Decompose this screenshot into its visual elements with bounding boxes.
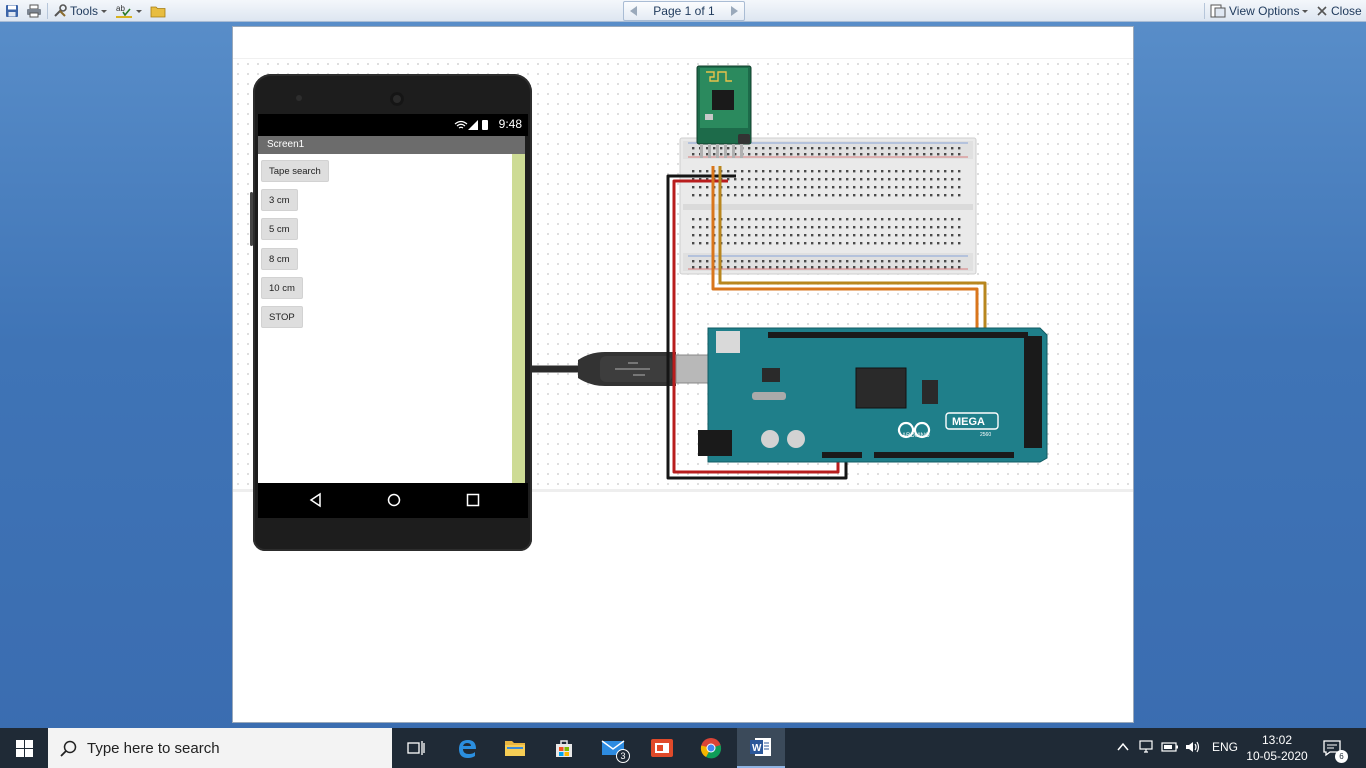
start-button[interactable] [0, 728, 48, 768]
svg-text:ab: ab [116, 4, 125, 13]
page-indicator: Page 1 of 1 [653, 4, 715, 18]
screen-title-bar: Screen1 [258, 136, 525, 154]
tools-label: Tools [70, 4, 99, 18]
page-navigator: Page 1 of 1 [623, 1, 745, 21]
task-view-button[interactable] [392, 728, 440, 768]
phone-time: 9:48 [498, 117, 522, 131]
chevron-down-icon [1302, 9, 1309, 13]
phone-nav-bar [258, 483, 528, 518]
windows-logo-icon [15, 739, 33, 757]
reading-toolbar: Tools ab Page 1 of 1 View Options Close [0, 0, 1366, 22]
phone-side-button [250, 192, 253, 246]
app-screen: Tape search 3 cm 5 cm 8 cm 10 cm STOP [258, 154, 525, 483]
view-options-label: View Options [1229, 4, 1300, 18]
previous-page-icon[interactable] [630, 6, 637, 16]
taskbar-search-box[interactable] [48, 728, 392, 768]
recents-icon[interactable] [465, 492, 481, 508]
spelling-button[interactable]: ab [115, 2, 142, 20]
10cm-button[interactable]: 10 cm [261, 277, 303, 299]
folder-icon [504, 739, 526, 757]
mail-badge: 3 [616, 749, 630, 763]
system-tray: ENG 13:02 10-05-2020 6 [1106, 728, 1366, 768]
file-explorer-button[interactable] [491, 728, 539, 768]
edge-icon [456, 737, 478, 759]
search-icon [60, 740, 77, 757]
notification-badge: 6 [1335, 750, 1348, 763]
store-bag-icon [554, 738, 574, 758]
word-icon: W [749, 736, 773, 758]
tape-search-button[interactable]: Tape search [261, 160, 329, 182]
volume-icon[interactable] [1184, 740, 1202, 754]
screen-title: Screen1 [267, 139, 305, 150]
home-icon[interactable] [386, 492, 402, 508]
svg-text:W: W [752, 743, 762, 754]
chevron-down-icon [136, 9, 142, 13]
next-page-icon[interactable] [730, 6, 738, 16]
save-icon[interactable] [5, 2, 19, 20]
windows-taskbar: 3 W ENG 13:02 10-05-2020 [0, 728, 1366, 768]
chevron-up-icon[interactable] [1116, 740, 1130, 754]
3cm-button[interactable]: 3 cm [261, 189, 298, 211]
chevron-down-icon [101, 9, 108, 13]
clock-date: 10-05-2020 [1246, 749, 1308, 763]
stop-button[interactable]: STOP [261, 306, 303, 328]
search-input[interactable] [87, 739, 367, 757]
view-options-icon [1210, 4, 1226, 18]
screen-scrollbar[interactable] [512, 154, 525, 483]
battery-icon[interactable] [1161, 740, 1179, 754]
task-view-icon [406, 739, 426, 757]
print-icon[interactable] [26, 2, 42, 20]
phone-status-bar: 9:48 [258, 114, 528, 136]
chrome-button[interactable] [687, 728, 735, 768]
phone-mockup: 9:48 Screen1 Tape search 3 cm 5 cm 8 cm … [250, 74, 532, 551]
view-options-menu[interactable]: View Options [1210, 2, 1309, 20]
spelling-icon: ab [115, 3, 133, 19]
close-button[interactable]: Close [1317, 2, 1362, 20]
word-button[interactable]: W [737, 728, 785, 768]
close-label: Close [1331, 4, 1362, 18]
presentation-icon [650, 738, 674, 758]
store-button[interactable] [540, 728, 588, 768]
chrome-icon [700, 737, 722, 759]
phone-camera [390, 92, 404, 106]
8cm-button[interactable]: 8 cm [261, 248, 298, 270]
network-icon[interactable] [1138, 740, 1154, 754]
close-icon [1317, 6, 1327, 16]
clock-time: 13:02 [1261, 733, 1293, 747]
taskbar-clock[interactable]: 13:02 10-05-2020 [1242, 732, 1312, 764]
tools-menu[interactable]: Tools [53, 2, 108, 20]
edge-browser-button[interactable] [443, 728, 491, 768]
tools-icon [53, 4, 67, 18]
language-indicator[interactable]: ENG [1212, 740, 1238, 754]
5cm-button[interactable]: 5 cm [261, 218, 298, 240]
phone-sensor [296, 95, 302, 101]
folder-icon[interactable] [150, 2, 166, 20]
signal-battery-icons [454, 119, 490, 131]
mail-button[interactable]: 3 [589, 728, 637, 768]
back-icon[interactable] [308, 492, 324, 508]
presentation-app-button[interactable] [638, 728, 686, 768]
